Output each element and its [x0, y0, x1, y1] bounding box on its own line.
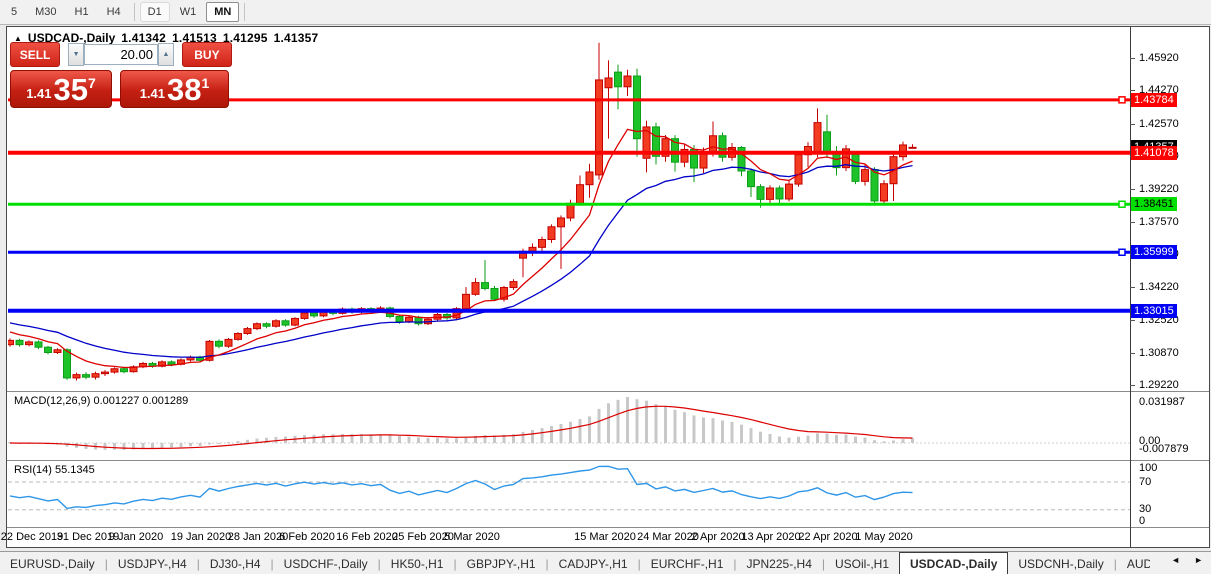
macd-label: MACD(12,26,9) 0.001227 0.001289 [14, 395, 188, 407]
volume-decrease-button[interactable]: ▼ [68, 43, 84, 66]
price-axis[interactable]: 1.459201.442701.425701.409201.392201.375… [1130, 27, 1211, 548]
price-tick-label: 1.45920 [1139, 52, 1179, 64]
price-tick-mark [1130, 189, 1135, 190]
indicator-scale-label: -0.007879 [1139, 443, 1189, 455]
ohlc-close: 1.41357 [274, 31, 319, 45]
buy-price-prefix: 1.41 [140, 86, 165, 101]
date-label: 9 Jan 2020 [109, 531, 163, 543]
price-tick-mark [1130, 58, 1135, 59]
volume-input[interactable] [84, 44, 158, 65]
price-tick-label: 1.37570 [1139, 216, 1179, 228]
sell-price-big: 35 [54, 75, 88, 105]
mt4-terminal: 5M30H1H4D1W1MN ▲ USDCAD-,Daily 1.41342 1… [0, 0, 1211, 574]
rsi-label: RSI(14) 55.1345 [14, 464, 95, 476]
chart-tab-hk50-h1[interactable]: HK50-,H1 [381, 554, 454, 574]
price-tick-mark [1130, 353, 1135, 354]
price-tick-mark [1130, 124, 1135, 125]
sell-price-prefix: 1.41 [26, 86, 51, 101]
date-label: 2 Apr 2020 [691, 531, 744, 543]
sell-button[interactable]: SELL [10, 42, 60, 67]
volume-increase-button[interactable]: ▲ [158, 43, 174, 66]
price-badge-1.33015: 1.33015 [1131, 304, 1177, 318]
buy-price-big: 38 [167, 75, 201, 105]
chart-tab-usoil-h1[interactable]: USOil-,H1 [825, 554, 899, 574]
chart-tab-cadjpy-h1[interactable]: CADJPY-,H1 [549, 554, 638, 574]
price-tick-label: 1.34220 [1139, 281, 1179, 293]
indicator-scale-label: 0 [1139, 515, 1145, 527]
date-label: 6 Feb 2020 [279, 531, 335, 543]
chart-tab-eurusd-daily[interactable]: EURUSD-,Daily [0, 554, 105, 574]
buy-button[interactable]: BUY [182, 42, 232, 67]
date-label: 1 May 2020 [855, 531, 912, 543]
price-tick-label: 1.30870 [1139, 347, 1179, 359]
price-tick-mark [1130, 222, 1135, 223]
price-tick-label: 1.39220 [1139, 183, 1179, 195]
chart-tab-usdcnh-daily[interactable]: USDCNH-,Daily [1008, 554, 1113, 574]
price-tick-mark [1130, 320, 1135, 321]
price-badge-1.41078: 1.41078 [1131, 146, 1177, 160]
one-click-trading-panel: SELL ▼ ▲ BUY 1.41 35 7 1.41 38 1 [10, 42, 232, 108]
macd-pane-separator[interactable] [7, 391, 1210, 392]
date-label: 22 Dec 2019 [1, 531, 63, 543]
date-label: 22 Apr 2020 [798, 531, 857, 543]
date-axis[interactable]: 22 Dec 201931 Dec 20199 Jan 202019 Jan 2… [7, 529, 1130, 547]
sell-price-box[interactable]: 1.41 35 7 [10, 70, 112, 108]
date-label: 24 Mar 2020 [637, 531, 699, 543]
price-tick-label: 1.42570 [1139, 118, 1179, 130]
date-label: 5 Mar 2020 [444, 531, 500, 543]
price-badge-1.35999: 1.35999 [1131, 245, 1177, 259]
chart-tab-audus[interactable]: AUDUS [1117, 554, 1150, 574]
price-tick-label: 1.29220 [1139, 379, 1179, 391]
tab-scroll-right-icon[interactable]: ► [1194, 555, 1203, 565]
chart-tab-gbpjpy-h1[interactable]: GBPJPY-,H1 [457, 554, 546, 574]
chart-tab-eurchf-h1[interactable]: EURCHF-,H1 [641, 554, 734, 574]
buy-price-pip: 1 [202, 75, 210, 91]
chart-tab-usdjpy-h4[interactable]: USDJPY-,H4 [108, 554, 197, 574]
tab-scroll-left-icon[interactable]: ◄ [1171, 555, 1180, 565]
indicator-scale-label: 70 [1139, 476, 1151, 488]
chart-tab-jpn225-h4[interactable]: JPN225-,H4 [737, 554, 822, 574]
date-label: 16 Feb 2020 [336, 531, 398, 543]
date-label: 15 Mar 2020 [574, 531, 636, 543]
indicator-scale-label: 100 [1139, 462, 1157, 474]
date-label: 13 Apr 2020 [741, 531, 800, 543]
price-tick-mark [1130, 385, 1135, 386]
tab-scroll-arrows: ◄ ► [1171, 555, 1203, 565]
date-label: 19 Jan 2020 [171, 531, 232, 543]
price-badge-1.38451: 1.38451 [1131, 197, 1177, 211]
chart-tab-bar: EURUSD-,Daily|USDJPY-,H4|DJ30-,H4|USDCHF… [0, 551, 1211, 574]
date-axis-separator [7, 527, 1210, 528]
indicator-scale-label: 0.031987 [1139, 396, 1185, 408]
chart-tab-dj30-h4[interactable]: DJ30-,H4 [200, 554, 271, 574]
chart-tab-usdcad-daily[interactable]: USDCAD-,Daily [899, 552, 1008, 574]
price-tick-mark [1130, 287, 1135, 288]
indicator-scale-label: 30 [1139, 503, 1151, 515]
rsi-pane-separator[interactable] [7, 460, 1210, 461]
chart-tab-usdchf-daily[interactable]: USDCHF-,Daily [274, 554, 378, 574]
price-tick-mark [1130, 90, 1135, 91]
buy-price-box[interactable]: 1.41 38 1 [120, 70, 229, 108]
sell-price-pip: 7 [88, 75, 96, 91]
price-badge-1.43784: 1.43784 [1131, 93, 1177, 107]
